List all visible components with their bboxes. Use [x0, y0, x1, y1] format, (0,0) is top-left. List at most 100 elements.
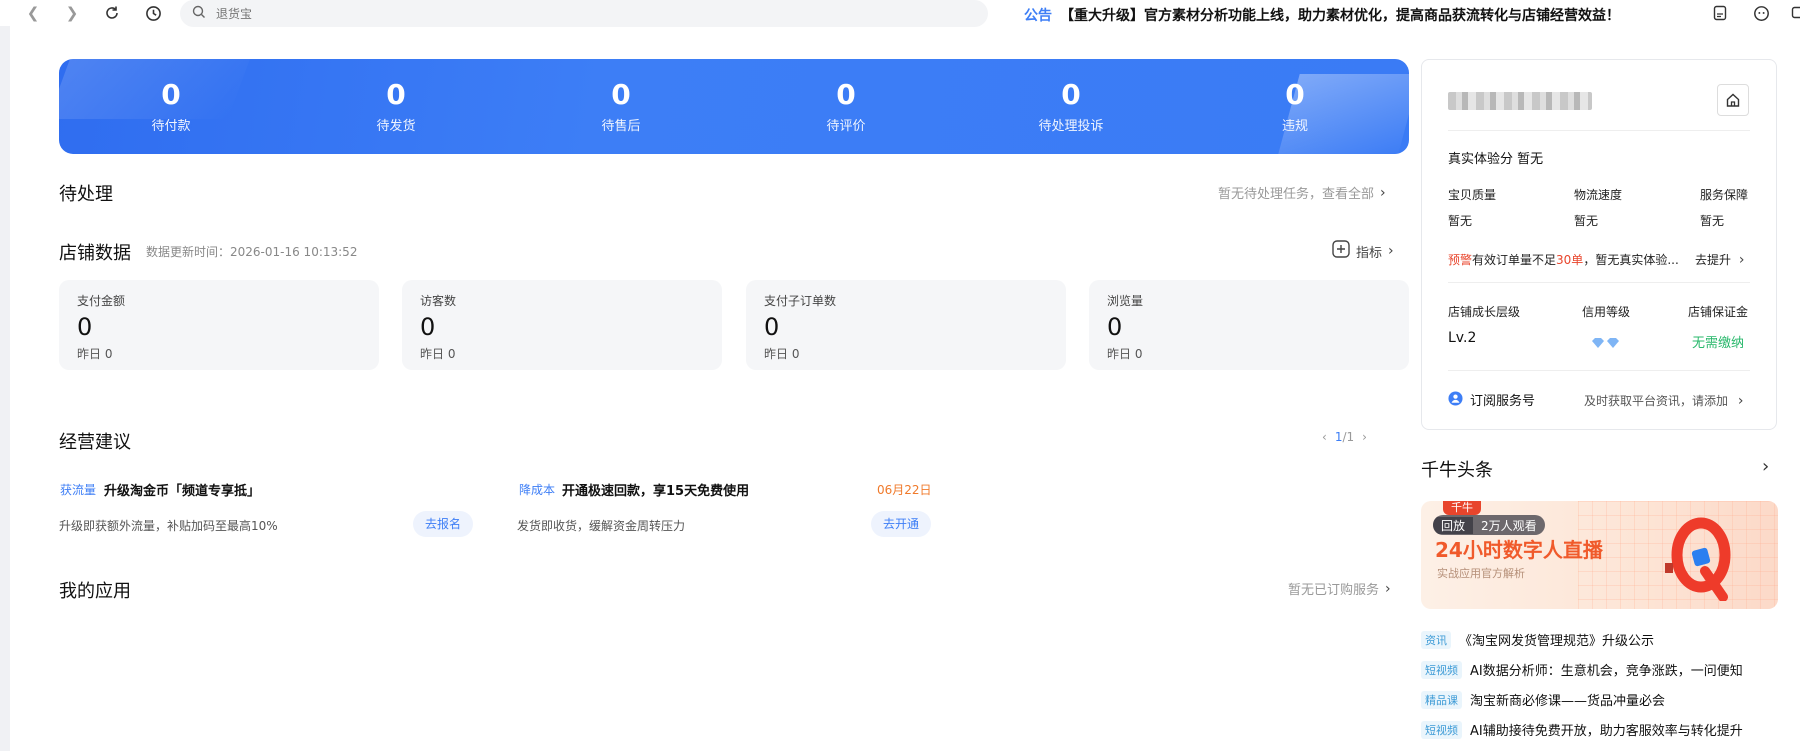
subscribe-desc: 及时获取平台资讯，请添加	[1584, 394, 1729, 408]
search-bar[interactable]	[180, 0, 988, 27]
level-value[interactable]: Lv.2	[1448, 330, 1476, 346]
user-circle-icon	[1448, 391, 1463, 410]
news-item[interactable]: 资讯 《淘宝网发货管理规范》升级公示	[1421, 630, 1654, 649]
metric-label: 支付金额	[77, 294, 126, 308]
pending-view-all-link[interactable]: 暂无待处理任务，查看全部 ›	[1218, 183, 1386, 203]
refresh-icon[interactable]	[101, 2, 123, 24]
level-label: 店铺保证金	[1688, 305, 1749, 319]
promo-subtitle: 实战应用官方解析	[1437, 567, 1525, 580]
level-label: 店铺成长层级	[1448, 305, 1521, 319]
headlines-title: 千牛头条	[1421, 460, 1493, 481]
metric-card-payment[interactable]: 支付金额 0 昨日 0	[59, 280, 379, 370]
stat-value: 0	[1061, 78, 1081, 111]
score-label: 物流速度	[1574, 188, 1623, 202]
improve-label: 去提升	[1695, 253, 1732, 267]
qianniu-3d-logo-icon	[1665, 517, 1731, 601]
news-item[interactable]: 短视频 AI数据分析师：生意机会，竞争涨跌，一问便知	[1421, 660, 1743, 679]
chevron-left-icon[interactable]: ‹	[1322, 430, 1327, 444]
improve-link[interactable]: 去提升 ›	[1695, 251, 1744, 268]
live-promo-banner[interactable]: 千牛 回放 2万人观看 24小时数字人直播 实战应用官方解析	[1421, 501, 1778, 609]
chevron-right-icon[interactable]: ›	[1762, 456, 1769, 477]
left-strip	[0, 26, 10, 751]
score-value: 暂无	[1574, 214, 1599, 228]
metric-value: 0	[764, 313, 780, 341]
stat-pending-shipment[interactable]: 0 待发货	[326, 78, 466, 135]
suggestion-tag: 获流量	[60, 483, 97, 497]
subscribe-label[interactable]: 订阅服务号	[1470, 390, 1535, 409]
search-input[interactable]	[216, 6, 916, 21]
warning-prefix: 预警	[1448, 253, 1473, 267]
metric-yesterday: 昨日 0	[764, 347, 800, 361]
score-label: 服务保障	[1700, 188, 1749, 202]
notice-label: 公告	[1024, 8, 1052, 24]
forward-icon[interactable]: ❯	[61, 2, 83, 24]
metric-label: 浏览量	[1107, 294, 1144, 308]
promo-top-tag: 千牛	[1443, 501, 1481, 515]
plus-box-icon	[1332, 240, 1350, 262]
metric-card-orders[interactable]: 支付子订单数 0 昨日 0	[746, 280, 1066, 370]
stat-complaints[interactable]: 0 待处理投诉	[1001, 78, 1141, 135]
chevron-right-icon: ›	[1738, 252, 1745, 268]
metric-card-pageviews[interactable]: 浏览量 0 昨日 0	[1089, 280, 1409, 370]
news-tag: 精品课	[1421, 690, 1462, 709]
chevron-right-icon: ›	[1388, 243, 1394, 259]
my-apps-title: 我的应用	[59, 581, 131, 602]
stat-value: 0	[386, 78, 406, 111]
warning-line[interactable]: 预警有效订单量不足30单，暂无真实体验...	[1448, 251, 1679, 268]
shop-data-title: 店铺数据	[59, 243, 131, 264]
stat-label: 待售后	[601, 119, 641, 134]
search-icon	[192, 4, 206, 23]
suggestion-desc: 升级即获额外流量，补贴加码至最高10%	[59, 519, 278, 533]
shop-home-button[interactable]	[1717, 84, 1749, 116]
suggestions-title: 经营建议	[59, 432, 131, 453]
score-value: 暂无	[1700, 214, 1725, 228]
level-label: 信用等级	[1582, 305, 1631, 319]
indicator-label: 指标	[1356, 245, 1383, 261]
news-tag: 短视频	[1421, 660, 1462, 679]
shop-info-card: 真实体验分 暂无 宝贝质量 暂无 物流速度 暂无 服务保障 暂无 预警有效订单量…	[1421, 59, 1777, 430]
notice-text[interactable]: 【重大升级】官方素材分析功能上线，助力素材优化，提高商品获流转化与店铺经营效益！	[1060, 5, 1620, 25]
stat-pending-payment[interactable]: 0 待付款	[101, 79, 241, 135]
news-title: AI数据分析师：生意机会，竞争涨跌，一问便知	[1470, 664, 1743, 679]
chevron-right-icon: ›	[1380, 184, 1386, 201]
message-icon[interactable]	[1790, 4, 1800, 22]
pending-link-text: 暂无待处理任务，查看全部	[1218, 187, 1375, 202]
top-bar: ❮ ❯ 公告 【重大升级】官方素材分析功能上线，助力素材优化，提高商品获流转化与…	[0, 0, 1800, 27]
deposit-value[interactable]: 无需缴纳	[1692, 332, 1744, 351]
subscribe-link[interactable]: 及时获取平台资讯，请添加 ›	[1584, 392, 1743, 409]
indicator-button[interactable]: 指标 ›	[1332, 240, 1394, 262]
news-item[interactable]: 精品课 淘宝新商必修课——货品冲量必会	[1421, 690, 1665, 709]
metric-card-visitors[interactable]: 访客数 0 昨日 0	[402, 280, 722, 370]
metric-value: 0	[77, 313, 93, 341]
promo-badge: 回放 2万人观看	[1433, 515, 1545, 535]
activate-button[interactable]: 去开通	[871, 511, 932, 537]
suggestion-title[interactable]: 开通极速回款，享15天免费使用	[562, 480, 749, 499]
my-apps-link[interactable]: 暂无已订购服务 ›	[1288, 579, 1391, 599]
news-title: 淘宝新商必修课——货品冲量必会	[1470, 694, 1666, 709]
stat-label: 待发货	[376, 119, 416, 134]
suggestion-title[interactable]: 升级淘金币「频道专享抵」	[104, 480, 260, 499]
diamond-icon[interactable]	[1590, 334, 1622, 353]
my-apps-link-text: 暂无已订购服务	[1288, 583, 1380, 598]
stat-label: 待处理投诉	[1038, 119, 1104, 134]
chevron-right-icon[interactable]: ›	[1362, 430, 1367, 444]
news-item[interactable]: 短视频 AI辅助接待免费开放，助力客服效率与转化提升	[1421, 720, 1743, 739]
service-icon[interactable]	[1752, 4, 1770, 22]
stat-pending-review[interactable]: 0 待评价	[776, 79, 916, 135]
news-tag: 短视频	[1421, 720, 1462, 739]
divider	[1448, 130, 1750, 131]
stat-violations[interactable]: 0 违规	[1225, 78, 1365, 135]
signup-button[interactable]: 去报名	[413, 511, 474, 537]
news-title: 《淘宝网发货管理规范》升级公示	[1459, 634, 1655, 649]
history-icon[interactable]	[142, 2, 164, 24]
metric-yesterday: 昨日 0	[77, 347, 113, 361]
stat-value: 0	[1285, 78, 1305, 111]
back-icon[interactable]: ❮	[22, 2, 44, 24]
promo-badge-viewers: 2万人观看	[1481, 518, 1537, 533]
metric-label: 访客数	[420, 294, 457, 308]
stat-after-sales[interactable]: 0 待售后	[551, 79, 691, 135]
pager-total: 1	[1346, 430, 1355, 444]
metric-label: 支付子订单数	[764, 294, 837, 308]
document-icon[interactable]	[1711, 4, 1729, 22]
stat-label: 待评价	[826, 119, 866, 134]
